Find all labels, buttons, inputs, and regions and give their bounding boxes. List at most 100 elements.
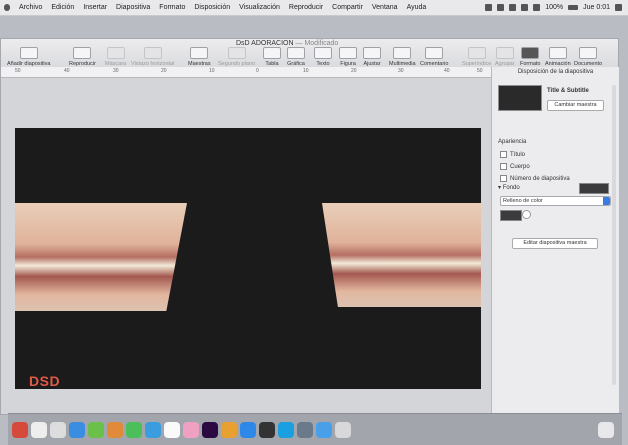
premiere-icon[interactable] xyxy=(202,421,218,438)
menu-bar: Archivo Edición Insertar Diapositiva For… xyxy=(0,0,628,16)
menu-diapositiva[interactable]: Diapositiva xyxy=(116,4,150,11)
mail-icon[interactable] xyxy=(485,4,493,11)
edit-master-button[interactable]: Editar diapositiva maestra xyxy=(512,238,598,249)
master-name: Title & Subtitle xyxy=(547,88,589,94)
mail-app-icon[interactable] xyxy=(69,421,85,438)
add-slide-button[interactable]: Añadir diapositiva xyxy=(7,47,50,67)
ruler-mark: 10 xyxy=(303,68,309,74)
spotlight-icon[interactable] xyxy=(615,4,622,11)
play-button[interactable]: Reproducir xyxy=(69,47,96,67)
photos-icon[interactable] xyxy=(107,421,123,438)
table-button[interactable]: Tabla xyxy=(263,47,281,67)
disclosure-triangle-icon[interactable]: ▾ xyxy=(498,185,501,191)
battery-icon[interactable] xyxy=(568,5,579,10)
plus-icon xyxy=(19,47,38,59)
panel-scrollbar[interactable] xyxy=(612,85,616,385)
slide-number-checkbox[interactable]: Número de diapositiva xyxy=(500,175,570,182)
text-button[interactable]: Texto xyxy=(314,47,332,67)
ruler-mark: 10 xyxy=(209,68,215,74)
ruler-mark: 30 xyxy=(113,68,119,74)
change-master-button[interactable]: Cambiar maestra xyxy=(547,100,604,111)
trash-icon[interactable] xyxy=(598,421,614,438)
appearance-label: Apariencia xyxy=(498,139,527,145)
menu-disposicion[interactable]: Disposición xyxy=(194,4,230,11)
notes-icon[interactable] xyxy=(50,421,66,438)
color-swatch[interactable] xyxy=(500,210,522,221)
volume-icon[interactable] xyxy=(533,4,541,11)
smile-photo-right[interactable] xyxy=(322,203,481,307)
menu-insertar[interactable]: Insertar xyxy=(83,4,107,11)
messages-icon[interactable] xyxy=(126,421,142,438)
superscript-button[interactable]: Superíndice xyxy=(462,47,491,67)
facetime-icon[interactable] xyxy=(145,421,161,438)
checkbox-box[interactable] xyxy=(500,163,507,170)
masters-button[interactable]: Maestras xyxy=(188,47,211,67)
document-icon xyxy=(579,47,598,59)
apple-icon[interactable] xyxy=(4,4,10,11)
adjust-icon xyxy=(363,47,381,59)
horizontal-view-button[interactable]: Vistazo horizontal xyxy=(131,47,174,67)
ibooks-icon[interactable] xyxy=(221,421,237,438)
vlc-icon[interactable] xyxy=(259,421,275,438)
menu-edicion[interactable]: Edición xyxy=(51,4,74,11)
finder-icon[interactable] xyxy=(297,421,313,438)
maps-icon[interactable] xyxy=(88,421,104,438)
contacts-icon[interactable] xyxy=(31,421,47,438)
document-button[interactable]: Documento xyxy=(574,47,602,67)
animation-button[interactable]: Animación xyxy=(545,47,571,67)
skype-icon[interactable] xyxy=(278,421,294,438)
menu-formato[interactable]: Formato xyxy=(159,4,185,11)
app-store-icon[interactable] xyxy=(240,421,256,438)
background-icon xyxy=(227,47,246,59)
shape-button[interactable]: Figura xyxy=(339,47,357,67)
body-checkbox[interactable]: Cuerpo xyxy=(500,163,530,170)
table-icon xyxy=(263,47,281,59)
checkbox-box[interactable] xyxy=(500,151,507,158)
menu-compartir[interactable]: Compartir xyxy=(332,4,363,11)
menu-archivo[interactable]: Archivo xyxy=(19,4,42,11)
menu-ventana[interactable]: Ventana xyxy=(372,4,398,11)
slide-canvas[interactable]: DSD xyxy=(1,79,491,414)
document-thumb-icon[interactable] xyxy=(335,421,351,438)
media-icon xyxy=(393,47,412,59)
color-wheel-icon[interactable] xyxy=(522,210,531,219)
folder-icon[interactable] xyxy=(316,421,332,438)
calendar-icon[interactable] xyxy=(12,421,28,438)
ruler-mark: 0 xyxy=(256,68,259,74)
wifi-icon[interactable] xyxy=(521,4,529,11)
chart-icon xyxy=(287,47,305,59)
comment-button[interactable]: Comentario xyxy=(420,47,448,67)
play-icon xyxy=(73,47,92,59)
group-button[interactable]: Agrupar xyxy=(495,47,515,67)
format-button[interactable]: Formato xyxy=(520,47,540,67)
background-color-well[interactable] xyxy=(579,183,609,194)
adjust-button[interactable]: Ajustar xyxy=(363,47,381,67)
clock[interactable]: Jue 0:01 xyxy=(583,4,610,11)
master-thumbnail[interactable] xyxy=(498,85,542,111)
animation-icon xyxy=(548,47,567,59)
menu-ayuda[interactable]: Ayuda xyxy=(407,4,427,11)
title-checkbox[interactable]: Título xyxy=(500,151,525,158)
slide[interactable]: DSD xyxy=(15,128,481,389)
background-button[interactable]: Segundo plano xyxy=(218,47,255,67)
menu-reproducir[interactable]: Reproducir xyxy=(289,4,323,11)
document-status: — Modificado xyxy=(295,40,339,47)
fill-type-select[interactable]: Relleno de color xyxy=(500,196,611,206)
music-icon[interactable] xyxy=(183,421,199,438)
background-section[interactable]: ▾ Fondo xyxy=(498,184,520,191)
document-name: DsD ADORACION xyxy=(236,40,294,47)
masters-icon xyxy=(190,47,209,59)
brush-icon xyxy=(521,47,540,59)
checkbox-box[interactable] xyxy=(500,175,507,182)
mask-button[interactable]: Máscara xyxy=(105,47,126,67)
smile-photo-left[interactable] xyxy=(15,203,187,311)
sync-icon[interactable] xyxy=(497,4,505,11)
keynote-window: DsD ADORACION — Modificado Añadir diapos… xyxy=(0,38,619,415)
text-icon xyxy=(314,47,332,59)
itunes-icon[interactable] xyxy=(164,421,180,438)
bluetooth-icon[interactable] xyxy=(509,4,517,11)
menu-visualizacion[interactable]: Visualización xyxy=(239,4,280,11)
mask-icon xyxy=(106,47,125,59)
chart-button[interactable]: Gráfica xyxy=(287,47,305,67)
media-button[interactable]: Multimedia xyxy=(389,47,416,67)
